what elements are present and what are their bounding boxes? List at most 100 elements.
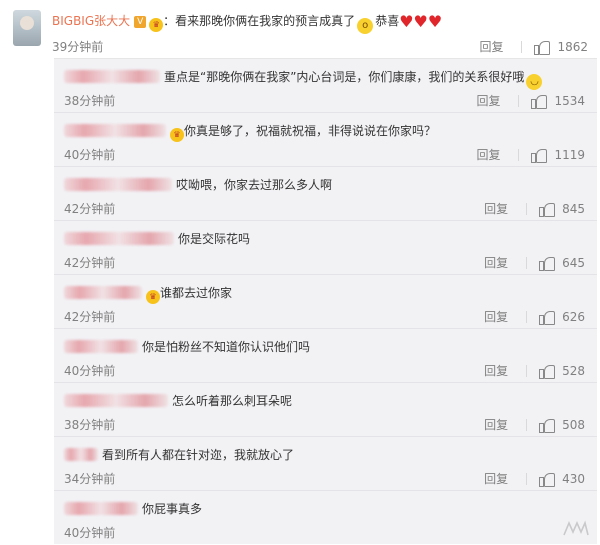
like-icon[interactable] [534, 40, 551, 55]
divider [518, 94, 520, 107]
reply-row: 重点是“那晚你俩在我家”内心台词是，你们康康，我们的关系很好哦 ◡ 38分钟前 回… [54, 59, 597, 113]
divider [526, 472, 528, 485]
reply-row: 看到所有人都在针对迩，我就放心了 34分钟前 回复 430 [54, 437, 597, 491]
reply-time: 34分钟前 [64, 472, 116, 486]
like-count: 1862 [557, 39, 588, 54]
reply-actions: 回复 1119 [476, 146, 585, 163]
like-count: 430 [562, 471, 585, 486]
reply-line: 哎呦喂，你家去过那么多人啊 [64, 176, 332, 194]
reply-button[interactable]: 回复 [484, 200, 508, 217]
reply-button[interactable]: 回复 [476, 146, 500, 163]
reply-text: 你真是够了，祝福就祝福，非得说说在你家吗？ [184, 124, 437, 138]
reply-time: 40分钟前 [64, 526, 116, 540]
reply-line: 怎么听着那么刺耳朵呢 [64, 392, 292, 410]
blurred-username [64, 448, 98, 461]
reply-button[interactable]: 回复 [484, 362, 508, 379]
reply-text: 你是交际花吗 [178, 232, 251, 246]
reply-row: 哎呦喂，你家去过那么多人啊 42分钟前 回复 845 [54, 167, 597, 221]
reply-time: 40分钟前 [64, 148, 116, 162]
reply-text: 看到所有人都在针对迩，我就放心了 [102, 448, 295, 462]
reply-text: 怎么听着那么刺耳朵呢 [172, 394, 293, 408]
reply-row: 你屁事真多 40分钟前 [54, 491, 597, 545]
divider [521, 40, 523, 53]
reply-text: 你屁事真多 [142, 502, 203, 516]
divider [518, 148, 520, 161]
like-count: 528 [562, 363, 585, 378]
top-comment: BIGBIG张大大 V ♛ ：看来那晚你俩在我家的预言成真了 o 恭喜♥♥♥ 39分钟前 … [0, 0, 600, 58]
crown-icon: ♛ [149, 18, 164, 32]
blurred-username [64, 340, 138, 353]
reply-time: 42分钟前 [64, 256, 116, 270]
like-icon[interactable] [531, 94, 548, 109]
like-icon[interactable] [539, 310, 556, 325]
comment-text: 看来那晚你俩在我家的预言成真了 [175, 14, 356, 28]
reply-button[interactable]: 回复 [484, 416, 508, 433]
reply-button[interactable]: 回复 [484, 308, 508, 325]
reply-line: 你是怕粉丝不知道你认识他们吗 [64, 338, 310, 356]
reply-row: 怎么听着那么刺耳朵呢 38分钟前 回复 508 [54, 383, 597, 437]
reply-button[interactable]: 回复 [476, 92, 500, 109]
top-comment-line: BIGBIG张大大 V ♛ ：看来那晚你俩在我家的预言成真了 o 恭喜♥♥♥ [52, 12, 442, 34]
comment-username[interactable]: BIGBIG张大大 [52, 14, 130, 28]
reply-time: 38分钟前 [64, 418, 116, 432]
reply-actions: 回复 645 [484, 254, 585, 271]
comment-actions: 回复 1862 [479, 38, 588, 55]
crown-icon: ♛ [146, 290, 160, 304]
reply-button[interactable]: 回复 [484, 254, 508, 271]
like-icon[interactable] [539, 256, 556, 271]
like-icon[interactable] [539, 418, 556, 433]
like-count: 508 [562, 417, 585, 432]
heart-icon: ♥ [427, 12, 443, 31]
heart-icon: ♥ [413, 12, 428, 31]
reply-text: 哎呦喂，你家去过那么多人啊 [176, 178, 333, 192]
reply-actions: 回复 1534 [476, 92, 585, 109]
reply-time: 40分钟前 [64, 364, 116, 378]
reply-actions: 回复 845 [484, 200, 585, 217]
reply-line: 你是交际花吗 [64, 230, 250, 248]
reply-actions: 回复 430 [484, 470, 585, 487]
reply-actions: 回复 508 [484, 416, 585, 433]
reply-time: 38分钟前 [64, 94, 116, 108]
like-icon[interactable] [531, 148, 548, 163]
reply-row: ♛ 你真是够了，祝福就祝福，非得说说在你家吗？ 40分钟前 回复 1119 [54, 113, 597, 167]
reply-button[interactable]: 回复 [479, 38, 503, 55]
like-count: 645 [562, 255, 585, 270]
reply-row: 你是怕粉丝不知道你认识他们吗 40分钟前 回复 528 [54, 329, 597, 383]
reply-actions: 回复 626 [484, 308, 585, 325]
reply-text: 重点是“那晚你俩在我家”内心台词是，你们康康，我们的关系很好哦 [164, 70, 525, 84]
comment-time: 39分钟前 [52, 40, 104, 54]
crown-icon: ♛ [170, 128, 184, 142]
blurred-username [64, 286, 142, 299]
divider [526, 364, 528, 377]
blurred-username [64, 502, 138, 515]
verified-badge-icon: V [134, 16, 147, 28]
separator: ： [163, 14, 176, 28]
blurred-username [64, 232, 174, 245]
watermark-icon [563, 520, 589, 538]
replies-panel: 重点是“那晚你俩在我家”内心台词是，你们康康，我们的关系很好哦 ◡ 38分钟前 回… [54, 58, 597, 544]
divider [526, 202, 528, 215]
divider [526, 418, 528, 431]
like-icon[interactable] [539, 472, 556, 487]
like-icon[interactable] [539, 202, 556, 217]
reply-text: 你是怕粉丝不知道你认识他们吗 [142, 340, 311, 354]
reply-line: 重点是“那晚你俩在我家”内心台词是，你们康康，我们的关系很好哦 ◡ [64, 68, 544, 90]
heart-icon: ♥ [399, 12, 414, 31]
reply-button[interactable]: 回复 [484, 470, 508, 487]
reply-row: ♛ 谁都去过你家 42分钟前 回复 626 [54, 275, 597, 329]
reply-time: 42分钟前 [64, 202, 116, 216]
reply-row: 你是交际花吗 42分钟前 回复 645 [54, 221, 597, 275]
like-count: 1119 [554, 147, 585, 162]
reply-line: 看到所有人都在针对迩，我就放心了 [64, 446, 294, 464]
reply-line: ♛ 谁都去过你家 [64, 284, 232, 304]
like-count: 1534 [554, 93, 585, 108]
divider [526, 310, 528, 323]
like-count: 845 [562, 201, 585, 216]
shocked-emoji-icon: o [357, 18, 374, 34]
avatar[interactable] [13, 10, 41, 46]
like-icon[interactable] [539, 364, 556, 379]
comment-text-2: 恭喜 [375, 14, 400, 28]
blurred-username [64, 70, 160, 83]
reply-time: 42分钟前 [64, 310, 116, 324]
like-count: 626 [562, 309, 585, 324]
